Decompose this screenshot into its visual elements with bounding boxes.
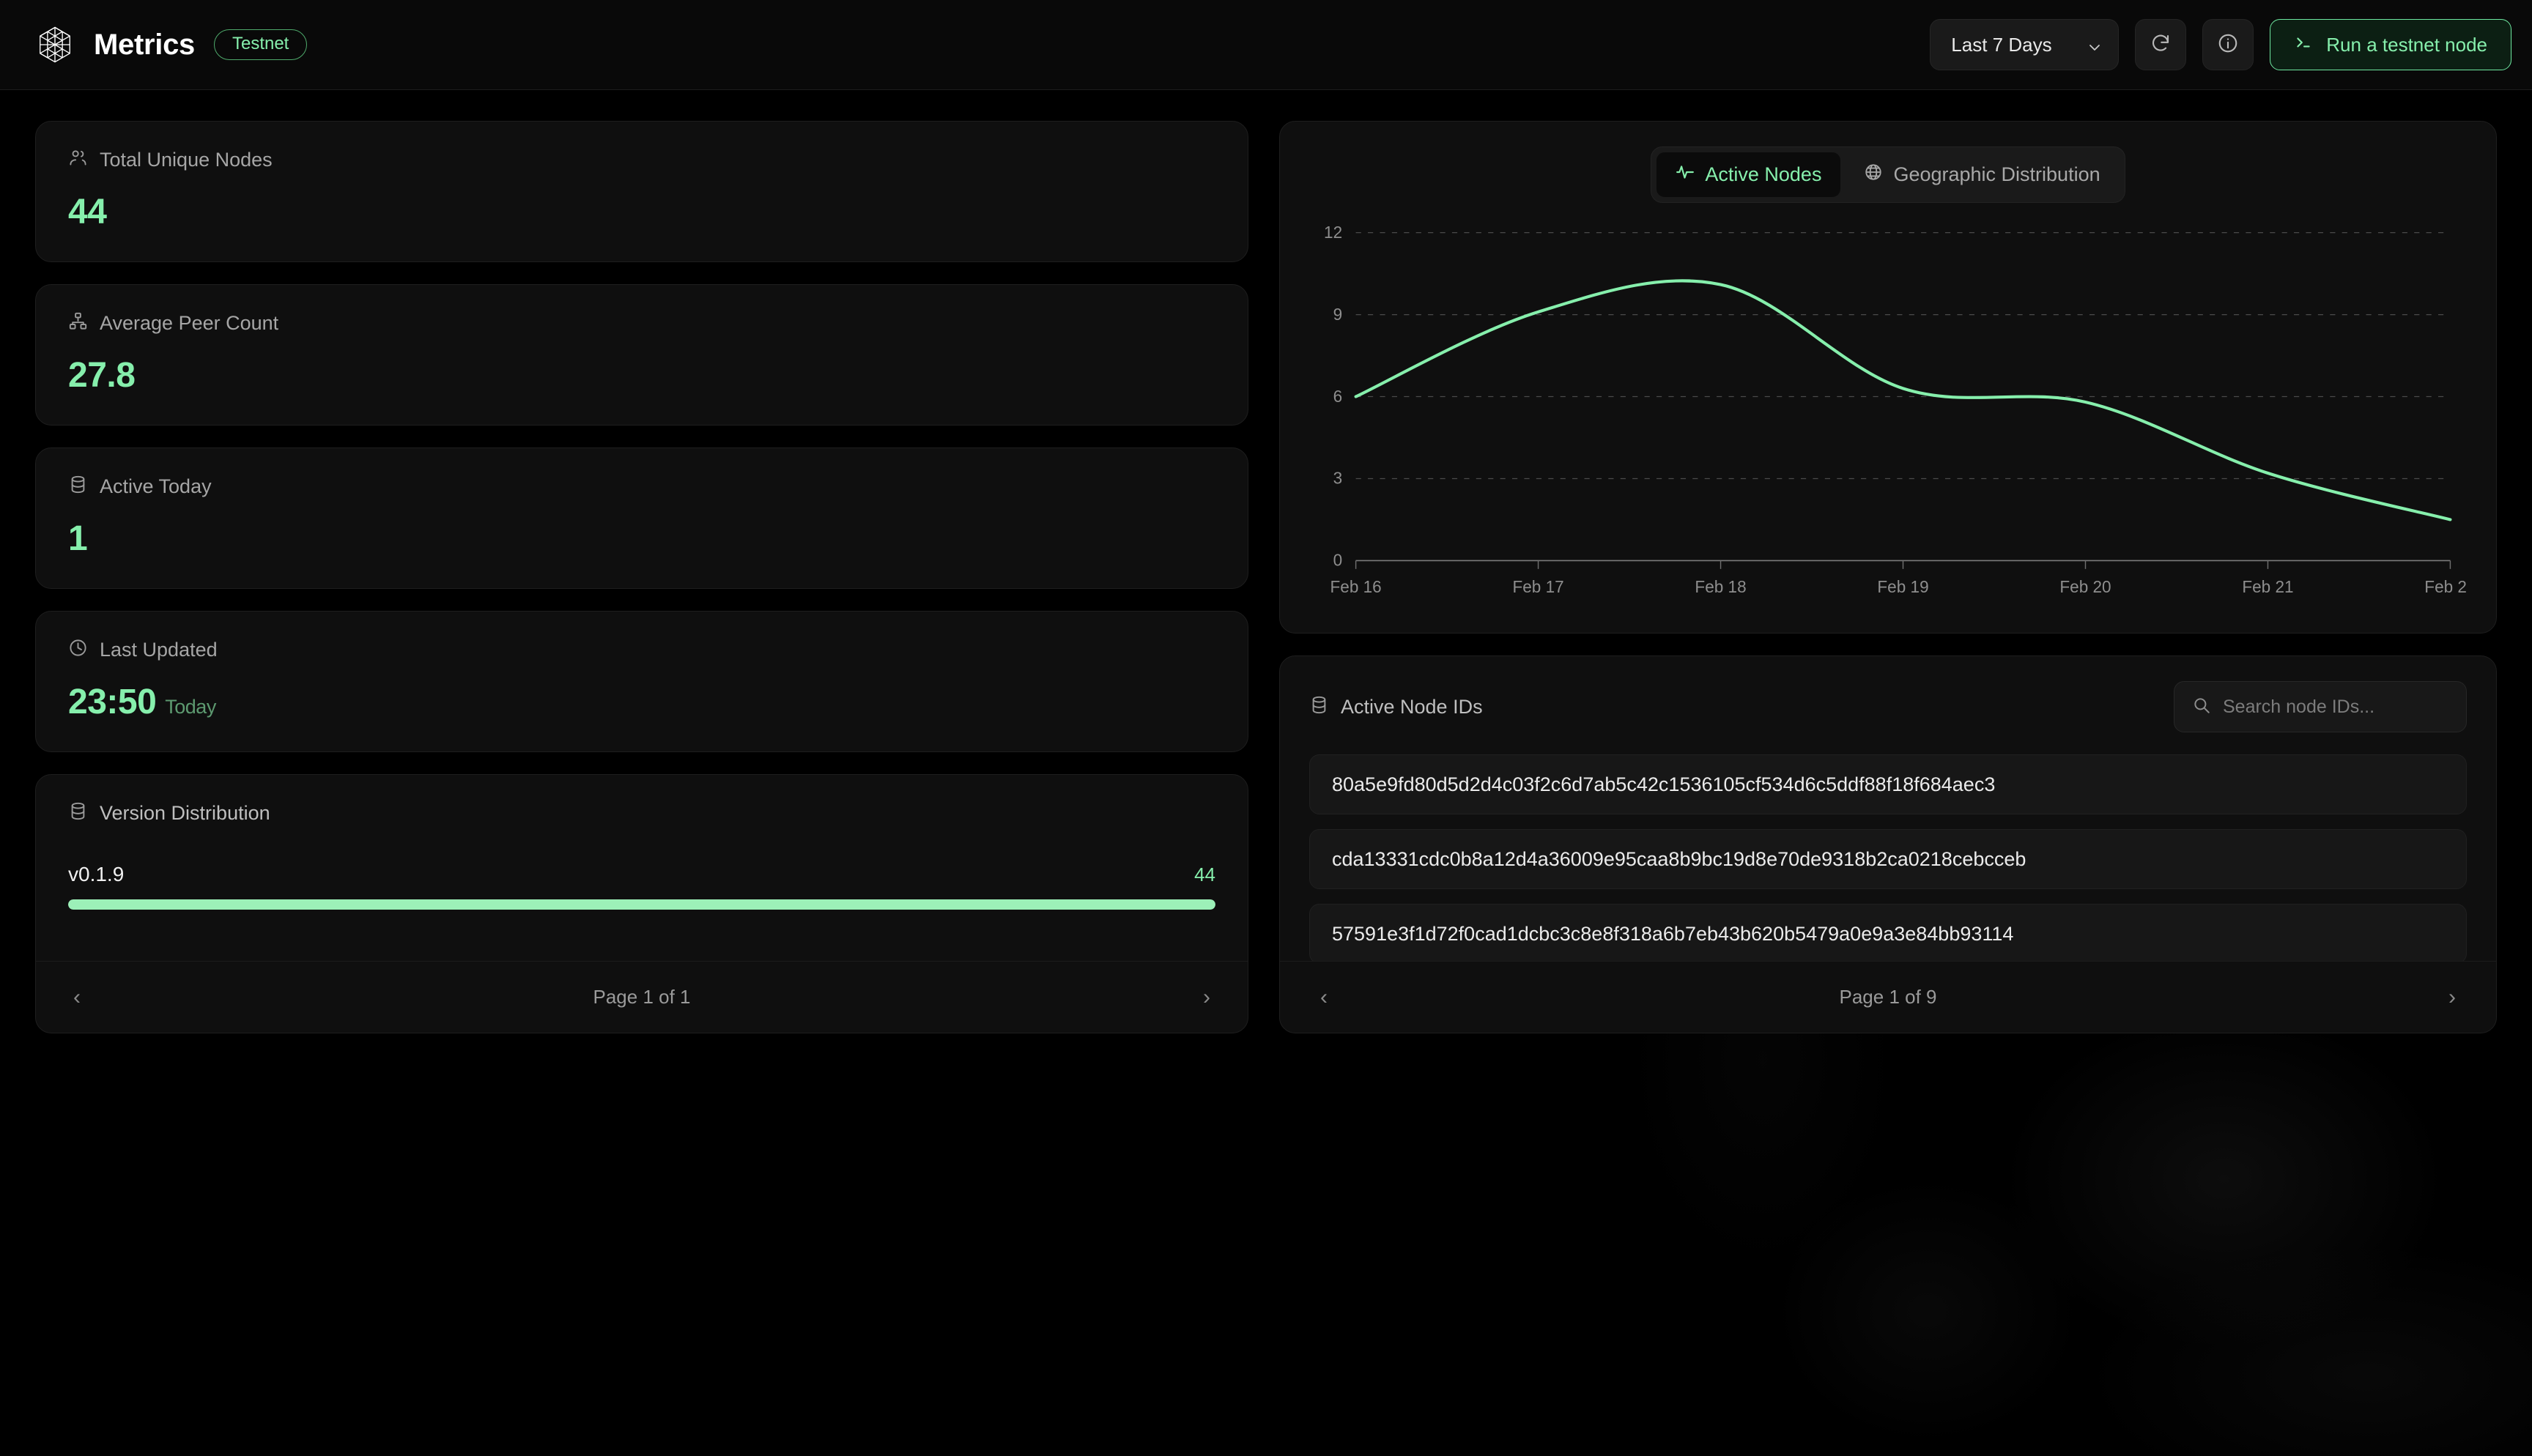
x-axis-tick-label: Feb 19	[1877, 577, 1928, 596]
y-axis-tick-label: 3	[1333, 469, 1343, 488]
y-axis-tick-label: 12	[1324, 223, 1342, 242]
stat-header: Total Unique Nodes	[68, 148, 1215, 171]
terminal-prompt-icon	[2294, 33, 2313, 57]
stat-header: Active Today	[68, 475, 1215, 498]
y-axis-tick-label: 9	[1333, 305, 1343, 324]
active-node-ids-title-wrap: Active Node IDs	[1309, 695, 1483, 718]
chart-line-series	[1354, 279, 2452, 521]
version-count: 44	[1194, 863, 1215, 885]
globe-icon	[1864, 163, 1883, 187]
active-node-ids-card: Active Node IDs 80a5e9fd80d5d2d4c03f2c6d…	[1279, 655, 2497, 1033]
x-axis-tick-label: Feb 21	[2242, 577, 2293, 596]
stat-card-total-unique-nodes: Total Unique Nodes 44	[35, 121, 1248, 262]
refresh-icon	[2150, 32, 2172, 58]
node-ids-page-label: Page 1 of 9	[1839, 986, 1937, 1008]
node-id-row[interactable]: 57591e3f1d72f0cad1dcbc3c8e8f318a6b7eb43b…	[1309, 904, 2467, 961]
version-row-top: v0.1.9 44	[68, 863, 1215, 886]
network-badge: Testnet	[213, 29, 308, 60]
stat-card-last-updated: Last Updated 23:50 Today	[35, 611, 1248, 752]
header-actions: Last 7 Days Run a testnet node	[1930, 19, 2511, 70]
stat-label: Active Today	[100, 475, 212, 497]
y-axis-tick-label: 0	[1333, 551, 1343, 570]
version-distribution-title: Version Distribution	[100, 801, 270, 824]
version-distribution-header: Version Distribution	[68, 801, 1215, 825]
node-id-text: cda13331cdc0b8a12d4a36009e95caa8b9bc19d8…	[1332, 847, 2026, 870]
info-button[interactable]	[2202, 19, 2254, 70]
left-column: Total Unique Nodes 44 Average Peer Count…	[35, 121, 1248, 1033]
dashboard-body: Total Unique Nodes 44 Average Peer Count…	[0, 90, 2532, 1033]
active-node-ids-header: Active Node IDs	[1309, 681, 2467, 732]
node-ids-next-page-button[interactable]: ›	[2437, 985, 2467, 1010]
refresh-button[interactable]	[2135, 19, 2187, 70]
node-ids-pager: ‹ Page 1 of 9 ›	[1280, 961, 2496, 1033]
chart-svg: 0 3 6 9 12 Feb 16 Feb 17 Feb 18 Feb 19 Feb 20 Feb …	[1324, 223, 2476, 596]
stat-card-active-today: Active Today 1	[35, 447, 1248, 589]
stat-value: 23:50 Today	[68, 682, 1215, 722]
activity-pulse-icon	[1676, 163, 1695, 187]
x-axis-tick-label: Feb 17	[1512, 577, 1563, 596]
stat-value: 27.8	[68, 356, 136, 395]
tab-geographic-distribution-label: Geographic Distribution	[1893, 163, 2100, 185]
version-row: v0.1.9 44	[68, 863, 1215, 910]
chart-tabs: Active Nodes Geographic Distribution	[1651, 146, 2125, 203]
hex-lattice-logo-icon	[35, 25, 75, 64]
y-axis-tick-label: 6	[1333, 387, 1343, 406]
time-range-select[interactable]: Last 7 Days	[1930, 19, 2120, 70]
search-icon	[2192, 696, 2211, 718]
node-ids-prev-page-button[interactable]: ‹	[1309, 985, 1339, 1010]
version-prev-page-button[interactable]: ‹	[62, 985, 92, 1010]
chevron-down-icon	[2087, 37, 2102, 52]
info-icon	[2217, 32, 2239, 58]
node-id-row[interactable]: cda13331cdc0b8a12d4a36009e95caa8b9bc19d8…	[1309, 829, 2467, 889]
x-axis-tick-label: Feb 16	[1330, 577, 1381, 596]
version-pager: ‹ Page 1 of 1 ›	[36, 961, 1248, 1033]
database-icon	[1309, 695, 1329, 718]
version-next-page-button[interactable]: ›	[1192, 985, 1221, 1010]
clock-icon	[68, 638, 88, 661]
stat-header: Last Updated	[68, 638, 1215, 661]
version-distribution-card: Version Distribution v0.1.9 44 ‹ Page 1 …	[35, 774, 1248, 1033]
stat-value: 44	[68, 193, 107, 231]
tab-active-nodes[interactable]: Active Nodes	[1656, 152, 1841, 197]
node-id-text: 57591e3f1d72f0cad1dcbc3c8e8f318a6b7eb43b…	[1332, 922, 2014, 945]
version-progress-track	[68, 899, 1215, 910]
version-page-label: Page 1 of 1	[593, 986, 691, 1008]
right-column: Active Nodes Geographic Distribution 0 3 6…	[1279, 121, 2497, 1033]
node-id-text: 80a5e9fd80d5d2d4c03f2c6d7ab5c42c1536105c…	[1332, 773, 1996, 795]
users-icon	[68, 148, 88, 171]
brand: Metrics Testnet	[35, 25, 308, 64]
database-icon	[68, 475, 88, 498]
active-nodes-line-chart: 0 3 6 9 12 Feb 16 Feb 17 Feb 18 Feb 19 Feb 20 Feb …	[1309, 219, 2476, 614]
node-id-search[interactable]	[2174, 681, 2467, 732]
tab-active-nodes-label: Active Nodes	[1705, 163, 1822, 185]
run-testnet-node-label: Run a testnet node	[2326, 33, 2487, 56]
active-nodes-chart-card: Active Nodes Geographic Distribution 0 3 6…	[1279, 121, 2497, 634]
version-name: v0.1.9	[68, 863, 125, 885]
node-id-row[interactable]: 80a5e9fd80d5d2d4c03f2c6d7ab5c42c1536105c…	[1309, 754, 2467, 814]
stat-value: 1	[68, 519, 88, 558]
tab-geographic-distribution[interactable]: Geographic Distribution	[1845, 152, 2119, 197]
x-axis-tick-label: Feb 20	[2059, 577, 2111, 596]
time-range-value: Last 7 Days	[1951, 33, 2052, 56]
version-progress-fill	[68, 899, 1215, 910]
node-id-list: 80a5e9fd80d5d2d4c03f2c6d7ab5c42c1536105c…	[1309, 754, 2467, 961]
run-testnet-node-button[interactable]: Run a testnet node	[2270, 19, 2511, 70]
database-icon	[68, 801, 88, 825]
stat-header: Average Peer Count	[68, 311, 1215, 335]
app-header: Metrics Testnet Last 7 Days Run a testne…	[0, 0, 2532, 90]
page-title: Metrics	[94, 28, 195, 61]
stat-label: Last Updated	[100, 638, 218, 661]
last-updated-day: Today	[165, 696, 216, 718]
network-nodes-icon	[68, 311, 88, 335]
stat-label: Total Unique Nodes	[100, 148, 273, 171]
active-node-ids-title: Active Node IDs	[1341, 695, 1483, 718]
last-updated-time: 23:50	[68, 683, 157, 721]
stat-card-average-peer-count: Average Peer Count 27.8	[35, 284, 1248, 426]
x-axis-tick-label: Feb 18	[1695, 577, 1746, 596]
x-axis-tick-label: Feb 22	[2424, 577, 2467, 596]
stat-label: Average Peer Count	[100, 311, 279, 334]
search-input[interactable]	[2223, 696, 2448, 718]
